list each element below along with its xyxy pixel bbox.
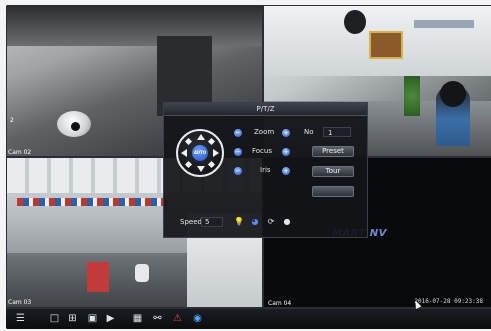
focus-label: Focus <box>252 147 272 155</box>
scene-person-hair <box>440 81 466 107</box>
ptz-extra-button[interactable] <box>312 186 354 197</box>
scene-red-object <box>87 262 109 292</box>
aux-dot-icon[interactable]: ● <box>282 217 292 227</box>
scene-kettle <box>135 264 149 282</box>
scene-person-head <box>344 10 366 34</box>
camera-label: Cam 03 <box>8 299 32 306</box>
scene-flags <box>17 198 167 206</box>
refresh-icon[interactable]: ⟳ <box>266 217 276 227</box>
ptz-dialog-title: P/T/Z <box>164 103 367 116</box>
focus-far-button[interactable]: + <box>282 148 290 156</box>
playback-icon[interactable]: ▶ <box>104 313 117 325</box>
pan-right-arrow-icon[interactable] <box>213 149 219 157</box>
tour-button[interactable]: Tour <box>312 166 354 177</box>
iris-close-button[interactable]: − <box>234 167 242 175</box>
pan-up-right-arrow-icon[interactable] <box>207 137 216 146</box>
wiper-icon[interactable]: ◕ <box>250 217 260 227</box>
camera-overlay-number: 2 <box>10 117 14 124</box>
scene-ceiling <box>7 6 262 46</box>
zoom-out-button[interactable]: − <box>234 129 242 137</box>
focus-near-button[interactable]: − <box>234 148 242 156</box>
ptz-direction-pad[interactable]: AUTO <box>176 129 224 177</box>
trash-icon[interactable]: ▦ <box>131 313 144 325</box>
bottom-toolbar: ☰ □ ⊞ ▣ ▶ ▦ ⚯ ⚠ ◉ <box>6 308 491 329</box>
pan-down-right-arrow-icon[interactable] <box>207 160 216 169</box>
auto-pan-button[interactable]: AUTO <box>192 145 208 161</box>
speed-label: Speed <box>180 218 202 226</box>
scene-dome-lens <box>71 122 80 131</box>
zoom-label: Zoom <box>254 128 275 136</box>
pan-left-arrow-icon[interactable] <box>181 149 187 157</box>
quad-view-icon[interactable]: ⊞ <box>66 313 79 325</box>
folder-icon[interactable]: ▣ <box>86 313 99 325</box>
preset-number-label: No <box>304 128 314 136</box>
dvr-monitor: 2 Cam 02 Cam 03 MART NV Cam 04 <box>6 5 491 329</box>
pan-down-left-arrow-icon[interactable] <box>184 160 193 169</box>
zoom-in-button[interactable]: + <box>282 129 290 137</box>
pan-up-arrow-icon[interactable] <box>197 134 205 140</box>
preset-button[interactable]: Preset <box>312 146 354 157</box>
camera-label: Cam 04 <box>268 300 292 307</box>
speed-select[interactable]: 5 <box>201 217 223 227</box>
iris-label: Iris <box>260 166 271 174</box>
preset-number-input[interactable]: 1 <box>323 127 351 137</box>
scene-plant <box>404 76 420 116</box>
camera-label: Cam 02 <box>8 149 32 156</box>
pan-up-left-arrow-icon[interactable] <box>184 137 193 146</box>
single-view-icon[interactable]: □ <box>48 313 61 325</box>
scene-poster <box>414 20 474 28</box>
alarm-icon[interactable]: ⚠ <box>171 313 184 325</box>
pan-down-arrow-icon[interactable] <box>197 166 205 172</box>
globe-icon[interactable]: ◉ <box>191 313 204 325</box>
light-bulb-icon[interactable]: 💡 <box>234 217 244 227</box>
iris-open-button[interactable]: + <box>282 167 290 175</box>
scene-frame <box>369 31 403 59</box>
zoom-icon[interactable]: ⚯ <box>151 313 164 325</box>
ptz-dialog: P/T/Z AUTO − Zoom + − Focus + − Iris + N… <box>163 102 368 238</box>
menu-icon[interactable]: ☰ <box>14 313 27 325</box>
camera-timestamp: 2016-07-28 09:23:38 <box>414 298 483 305</box>
